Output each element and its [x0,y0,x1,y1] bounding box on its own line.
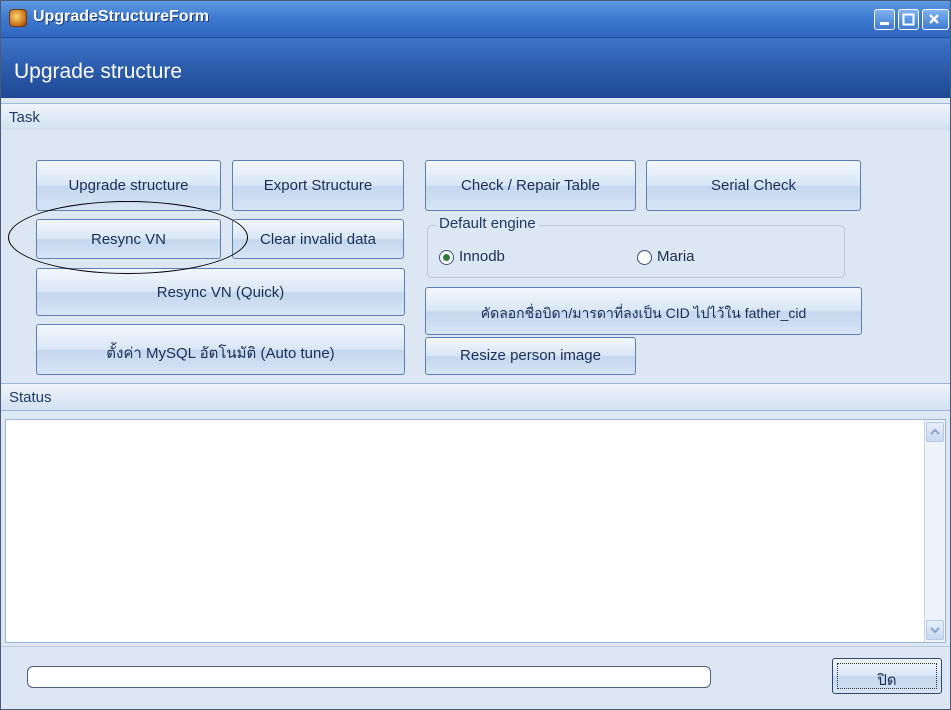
engine-radio-innodb[interactable] [439,250,454,265]
progress-bar [27,666,711,688]
close-window-button[interactable] [922,9,949,30]
engine-option-innodb-label: Innodb [459,248,505,265]
clear-invalid-data-label: Clear invalid data [260,231,376,248]
app-icon [9,9,27,27]
upgrade-structure-label: Upgrade structure [68,177,189,194]
mysql-auto-tune-button[interactable]: ตั้งค่า MySQL อัตโนมัติ (Auto tune) [36,324,405,375]
close-button[interactable]: ปิด [832,658,942,694]
resync-vn-label: Resync VN [90,231,167,248]
task-section-header: Task [1,103,950,131]
export-structure-label: Export Structure [263,177,373,194]
chevron-up-icon [930,428,940,435]
window-title: UpgradeStructureForm [33,8,210,25]
default-engine-label: Default engine [436,215,539,232]
serial-check-button[interactable]: Serial Check [646,160,861,211]
title-bar[interactable]: UpgradeStructureForm [1,1,950,38]
status-log-box[interactable] [5,419,946,643]
maximize-button[interactable] [898,9,919,30]
clear-invalid-data-button[interactable]: Clear invalid data [232,219,404,259]
page-title: Upgrade structure [14,60,183,83]
status-section-header: Status [1,383,950,411]
upgrade-structure-button[interactable]: Upgrade structure [36,160,221,211]
scroll-up-button[interactable] [926,422,944,442]
serial-check-label: Serial Check [710,177,797,194]
resize-person-image-label: Resize person image [460,347,601,364]
scroll-down-button[interactable] [926,620,944,640]
task-section-label: Task [9,109,40,126]
check-repair-table-label: Check / Repair Table [461,177,600,194]
minimize-button[interactable] [874,9,895,30]
close-icon [929,14,939,24]
resize-person-image-button[interactable]: Resize person image [425,337,636,375]
engine-option-maria-label: Maria [657,248,695,265]
minimize-icon [880,22,889,25]
upgrade-structure-window: UpgradeStructureForm Upgrade structure T… [0,0,951,710]
maximize-icon [902,13,915,26]
chevron-down-icon [930,627,940,634]
resync-vn-quick-label: Resync VN (Quick) [156,284,285,301]
status-section-label: Status [9,389,52,406]
radio-selected-dot [443,254,450,261]
status-scrollbar[interactable] [924,420,945,642]
resync-vn-button[interactable]: Resync VN [36,219,221,259]
focus-rectangle [837,663,937,689]
mysql-auto-tune-label: ตั้งค่า MySQL อัตโนมัติ (Auto tune) [106,345,335,362]
header-band: Upgrade structure [1,38,950,98]
export-structure-button[interactable]: Export Structure [232,160,404,211]
copy-father-cid-button[interactable]: คัดลอกชื่อบิดา/มารดาที่ลงเป็น CID ไปไว้ใ… [425,287,862,335]
copy-father-cid-label: คัดลอกชื่อบิดา/มารดาที่ลงเป็น CID ไปไว้ใ… [480,305,807,321]
check-repair-table-button[interactable]: Check / Repair Table [425,160,636,211]
resync-vn-quick-button[interactable]: Resync VN (Quick) [36,268,405,316]
engine-radio-maria[interactable] [637,250,652,265]
